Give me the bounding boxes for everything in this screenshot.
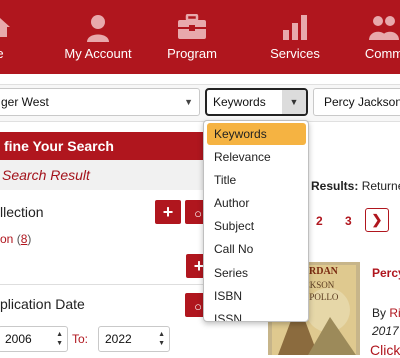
nav-item-my-account[interactable]: My Account — [46, 0, 150, 74]
series-value: Percy Jackson — [324, 95, 400, 109]
page-link-3[interactable]: 3 — [345, 214, 352, 228]
chevron-down-icon: ▼ — [184, 97, 193, 107]
dropdown-option-author[interactable]: Author — [207, 192, 306, 214]
nav-item-community[interactable]: Comm — [332, 0, 400, 74]
page-link-2[interactable]: 2 — [316, 214, 323, 228]
community-icon — [369, 14, 399, 45]
publication-date-title: plication Date — [0, 296, 85, 312]
briefcase-icon — [177, 13, 207, 45]
series-select[interactable]: Percy Jackson — [313, 88, 400, 116]
collection-facet-link[interactable]: on (8) — [0, 232, 31, 246]
year-to-value: 2022 — [105, 332, 132, 346]
collection-title: llection — [0, 204, 44, 220]
bar-chart-icon — [282, 14, 308, 45]
nav-label: Comm — [364, 46, 400, 61]
results-text: Returne — [361, 179, 400, 193]
author-link[interactable]: Ri — [389, 306, 400, 320]
year-from-value: 2006 — [5, 332, 32, 346]
search-field-dropdown: Keywords Relevance Title Author Subject … — [203, 120, 309, 322]
book-year: 2017 — [372, 324, 399, 338]
year-to-input[interactable]: 2022 ▲ ▼ — [98, 326, 170, 352]
search-icon: ○ — [194, 206, 202, 221]
nav-label: e — [0, 46, 30, 61]
dropdown-option-subject[interactable]: Subject — [207, 215, 306, 237]
plus-icon: + — [162, 202, 174, 222]
nav-label: Program — [167, 46, 217, 61]
dropdown-option-issn[interactable]: ISSN — [207, 308, 306, 321]
book-title-link[interactable]: Percy — [372, 266, 400, 280]
user-icon — [85, 14, 111, 47]
year-from-input[interactable]: 2006 ▲ ▼ — [0, 326, 68, 352]
book-click-link[interactable]: Click — [370, 342, 400, 358]
chevron-right-icon: ❯ — [371, 212, 383, 227]
dropdown-option-keywords[interactable]: Keywords — [207, 123, 306, 145]
by-prefix: By — [372, 306, 387, 320]
search-term-select[interactable]: ger West ▼ — [0, 88, 200, 116]
dropdown-option-title[interactable]: Title — [207, 169, 306, 191]
stepper-icon[interactable]: ▲ ▼ — [56, 330, 63, 348]
nav-item-home[interactable]: e — [0, 0, 30, 74]
search-icon: ○ — [194, 299, 202, 314]
search-field-select[interactable]: Keywords ▼ — [205, 88, 308, 116]
next-page-button[interactable]: ❯ — [365, 208, 389, 232]
results-label: Results: — [311, 179, 359, 193]
dropdown-option-call-no[interactable]: Call No — [207, 238, 306, 260]
home-icon — [0, 14, 13, 45]
facet-label: on — [0, 232, 14, 246]
dropdown-option-series[interactable]: Series — [207, 262, 306, 284]
dropdown-option-relevance[interactable]: Relevance — [207, 146, 306, 168]
book-author: By Ri — [372, 306, 400, 320]
chevron-down-icon: ▼ — [282, 90, 306, 114]
to-label: To: — [72, 332, 89, 346]
expand-collection-button[interactable]: + — [155, 200, 181, 224]
dropdown-option-isbn[interactable]: ISBN — [207, 285, 306, 307]
search-term-value: ger West — [1, 95, 49, 109]
nav-label: My Account — [64, 46, 132, 61]
results-summary: Results: Returne — [311, 179, 400, 193]
nav-item-program[interactable]: Program — [140, 0, 244, 74]
stepper-icon[interactable]: ▲ ▼ — [158, 330, 165, 348]
top-navigation: e My Account Program Services Comm — [0, 0, 400, 74]
search-bar: ger West ▼ Keywords ▼ Percy Jackson — [0, 84, 400, 122]
search-field-value: Keywords — [213, 95, 266, 109]
